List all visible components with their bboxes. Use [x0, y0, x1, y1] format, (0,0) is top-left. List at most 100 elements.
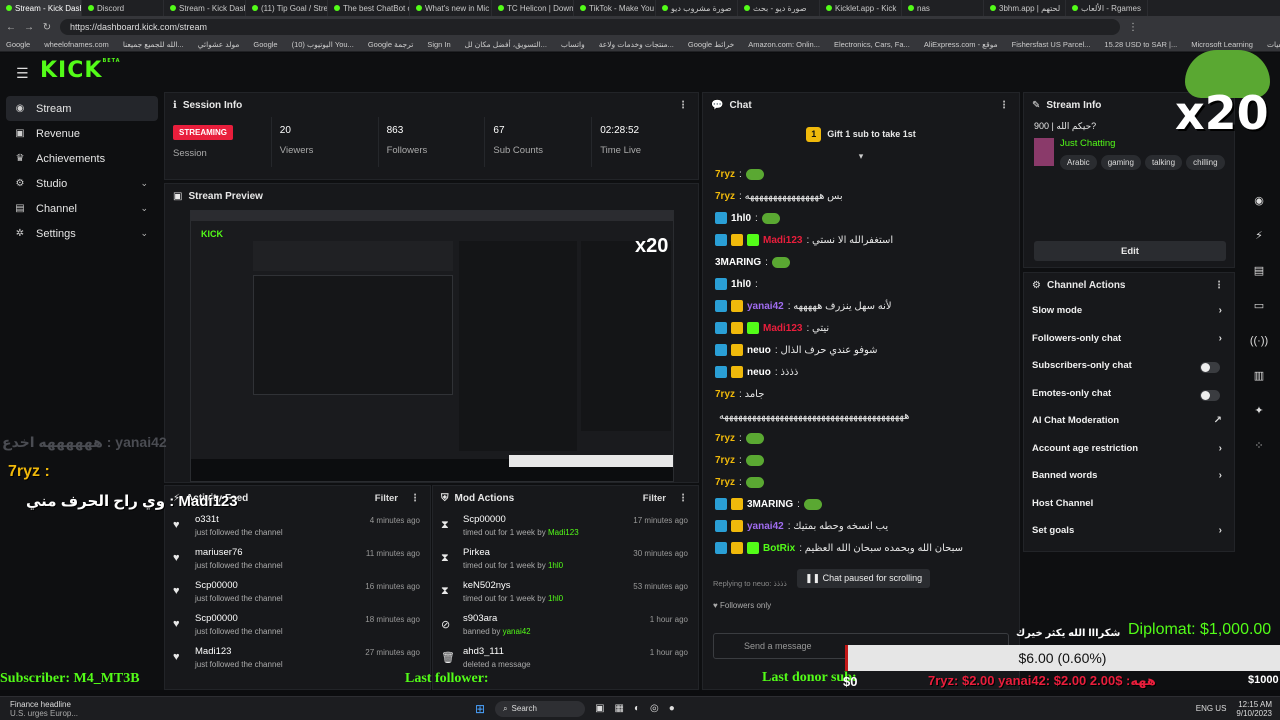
stream-tag[interactable]: talking	[1144, 155, 1183, 170]
chat-username[interactable]: 7ryz	[715, 389, 735, 400]
chat-username[interactable]: 7ryz	[715, 455, 735, 466]
windows-start-icon[interactable]: ⊞	[475, 702, 485, 716]
mod-action-by[interactable]: 1hl0	[548, 561, 563, 570]
taskbar-search[interactable]: ⌕ Search	[495, 700, 586, 717]
bookmark-link[interactable]: 15.28 USD to SAR |...	[1104, 40, 1177, 49]
chat-message[interactable]: 3MARING:	[703, 493, 1019, 515]
bookmark-link[interactable]: التسويق، أفضل مكان لل...	[465, 40, 547, 49]
chat-paused-button[interactable]: ❚❚ Chat paused for scrolling	[797, 569, 931, 588]
chat-message[interactable]: 3MARING:	[703, 251, 1019, 273]
activity-filter-button[interactable]: Filter	[375, 493, 398, 504]
chat-bubble-icon[interactable]: ▭	[1246, 288, 1272, 323]
browser-tab[interactable]: Stream - Kick Dash	[164, 0, 246, 16]
activity-user[interactable]: Madi123	[195, 646, 283, 657]
news-widget[interactable]: Finance headline U.S. urges Europ...	[10, 700, 130, 718]
chat-message[interactable]: 1hl0:	[703, 207, 1019, 229]
extensions-icon[interactable]: ⋮	[1128, 22, 1138, 33]
mod-action-user[interactable]: Scp00000	[463, 514, 579, 525]
kick-logo[interactable]: KICKBETA	[40, 58, 121, 83]
language-indicator[interactable]: ENG US	[1196, 704, 1227, 713]
activity-user[interactable]: Scp00000	[195, 613, 283, 624]
channel-action-banned-words[interactable]: Banned words ›	[1024, 462, 1234, 490]
mod-filter-button[interactable]: Filter	[643, 493, 666, 504]
channel-action-subscribers-only-chat[interactable]: Subscribers-only chat	[1024, 352, 1234, 380]
mod-action-by[interactable]: Madi123	[548, 528, 579, 537]
edge-icon[interactable]: ◐	[634, 703, 640, 714]
chat-message[interactable]: 1hl0:	[703, 273, 1019, 295]
chat-message[interactable]: 7ryz:	[703, 449, 1019, 471]
activity-user[interactable]: mariuser76	[195, 547, 283, 558]
clock[interactable]: 12:15 AM 9/10/2023	[1236, 700, 1272, 718]
menu-icon[interactable]: ☰	[16, 65, 29, 82]
chat-message[interactable]: هههههههههههههههههههههههههههههههههههههههه…	[703, 405, 1019, 427]
browser-tab[interactable]: What's new in Mic	[410, 0, 492, 16]
stream-tag[interactable]: gaming	[1100, 155, 1141, 170]
channel-action-followers-only-chat[interactable]: Followers-only chat ›	[1024, 325, 1234, 353]
bookmark-link[interactable]: الخلفيات	[1267, 40, 1280, 49]
more-icon[interactable]: ⋮	[410, 493, 420, 504]
browser-tab[interactable]: TC Helicon | Down	[492, 0, 574, 16]
bookmark-link[interactable]: Sign In	[427, 40, 450, 49]
browser-tab[interactable]: The best ChatBot o	[328, 0, 410, 16]
chat-username[interactable]: 7ryz	[715, 169, 735, 180]
camera-icon[interactable]: ◉	[1246, 183, 1272, 218]
chat-message[interactable]: 7ryz:	[703, 471, 1019, 493]
bookmark-link[interactable]: واتساب	[561, 40, 585, 49]
sidebar-item-revenue[interactable]: ▣ Revenue	[0, 121, 162, 146]
browser-tab[interactable]: صورة ديو - بحث	[738, 0, 820, 16]
stream-tag[interactable]: chilling	[1186, 155, 1225, 170]
chat-message[interactable]: Madi123: استغفرالله الا نستي	[703, 229, 1019, 251]
chat-username[interactable]: neuo	[747, 367, 771, 378]
file-explorer-icon[interactable]: ▦	[615, 703, 624, 714]
chat-message[interactable]: neuo: شوفو عندي حرف الذال	[703, 339, 1019, 361]
chat-username[interactable]: 1hl0	[731, 279, 751, 290]
sidebar-item-settings[interactable]: ✲ Settings ⌄	[0, 221, 162, 246]
chat-message[interactable]: BotRix: سبحان الله وبحمده سبحان الله الع…	[703, 537, 1019, 559]
chat-message[interactable]: neuo: ذذذذ	[703, 361, 1019, 383]
chat-username[interactable]: 1hl0	[731, 213, 751, 224]
chat-username[interactable]: neuo	[747, 345, 771, 356]
bookmark-link[interactable]: Fishersfast US Parcel...	[1012, 40, 1091, 49]
activity-user[interactable]: o331t	[195, 514, 283, 525]
chat-username[interactable]: yanai42	[747, 521, 784, 532]
bookmark-link[interactable]: الله للجميع جميعنا...	[123, 40, 184, 49]
bookmark-link[interactable]: Google ترجمة	[368, 40, 414, 49]
chat-username[interactable]: 3MARING	[747, 499, 793, 510]
chat-message[interactable]: yanai42: لأنه سهل ينزرف هههههه	[703, 295, 1019, 317]
drag-icon[interactable]: ⁘	[1246, 428, 1272, 463]
bookmark-link[interactable]: wheelofnames.com	[44, 40, 109, 49]
chat-username[interactable]: yanai42	[747, 301, 784, 312]
chat-username[interactable]: 7ryz	[715, 191, 735, 202]
bookmark-link[interactable]: مولد عشوائي	[198, 40, 240, 49]
browser-tab[interactable]: الألعاب - Rgames	[1066, 0, 1148, 16]
chat-message[interactable]: 7ryz: جامد	[703, 383, 1019, 405]
stream-tag[interactable]: Arabic	[1060, 155, 1097, 170]
address-bar[interactable]: https://dashboard.kick.com/stream	[60, 19, 1120, 35]
bookmark-link[interactable]: AliExpress.com - موقع	[924, 40, 998, 49]
chat-username[interactable]: Madi123	[763, 323, 802, 334]
layout-icon[interactable]: ▥	[1246, 358, 1272, 393]
browser-tab[interactable]: nas	[902, 0, 984, 16]
mod-action-user[interactable]: keN502nys	[463, 580, 563, 591]
mod-action-by[interactable]: 1hl0	[548, 594, 563, 603]
chat-message[interactable]: 7ryz:	[703, 427, 1019, 449]
chat-username[interactable]: Madi123	[763, 235, 802, 246]
channel-action-emotes-only-chat[interactable]: Emotes-only chat	[1024, 380, 1234, 408]
sidebar-item-studio[interactable]: ⚙ Studio ⌄	[0, 171, 162, 196]
mod-action-user[interactable]: ahd3_111	[463, 646, 531, 657]
toggle-switch[interactable]	[1200, 362, 1220, 373]
bookmark-link[interactable]: Microsoft Learning	[1191, 40, 1253, 49]
bookmark-link[interactable]: (10) اليوتيوب You...	[292, 40, 354, 49]
mod-action-by[interactable]: yanai42	[503, 627, 531, 636]
bookmark-link[interactable]: Google	[6, 40, 30, 49]
channel-action-ai-chat-moderation[interactable]: AI Chat Moderation ↗	[1024, 407, 1234, 435]
more-icon[interactable]: ⋮	[678, 493, 688, 504]
sub-goal-banner[interactable]: 1 Gift 1 sub to take 1st	[703, 117, 1019, 151]
more-icon[interactable]: ⋮	[999, 100, 1009, 111]
chat-message[interactable]: yanai42: يب انسخه وحطه بمتيك	[703, 515, 1019, 537]
chat-username[interactable]: 7ryz	[715, 433, 735, 444]
channel-action-host-channel[interactable]: Host Channel	[1024, 490, 1234, 518]
document-icon[interactable]: ▤	[1246, 253, 1272, 288]
chat-message[interactable]: Madi123: نيتي	[703, 317, 1019, 339]
bolt-icon[interactable]: ⚡	[1246, 218, 1272, 253]
